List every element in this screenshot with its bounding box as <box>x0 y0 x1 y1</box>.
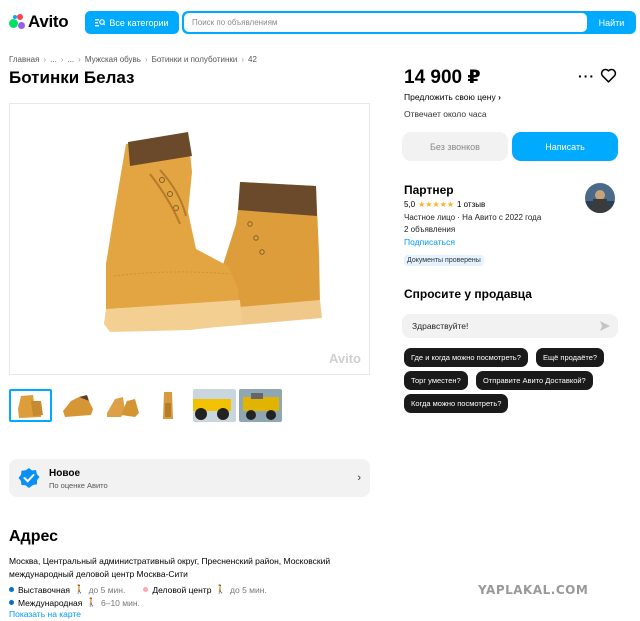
ask-seller-heading: Спросите у продавца <box>404 287 532 301</box>
avatar[interactable] <box>585 183 615 213</box>
rating-value: 5,0 <box>404 200 416 209</box>
quick-question-chip[interactable]: Где и когда можно посмотреть? <box>404 348 528 367</box>
quick-question-chip[interactable]: Торг уместен? <box>404 371 468 390</box>
seller-rating: 5,0 ★★★★★ 1 отзыв <box>404 200 485 209</box>
offer-price-label: Предложить свою цену <box>404 92 496 102</box>
logo-dots-icon <box>9 14 25 30</box>
thumbnail-boots-front[interactable] <box>9 389 52 422</box>
quick-question-chip[interactable]: Отправите Авито Доставкой? <box>476 371 593 390</box>
message-input[interactable] <box>402 314 592 338</box>
search-input[interactable] <box>184 13 587 32</box>
site-watermark: YAPLAKAL.COM <box>478 583 589 597</box>
address-text: Москва, Центральный административный окр… <box>9 556 331 579</box>
metro-station: Выставочная 🚶 до 5 мин. Деловой центр 🚶 … <box>9 584 267 595</box>
metro-line-dot <box>9 600 14 605</box>
quick-question-chip[interactable]: Когда можно посмотреть? <box>404 394 509 413</box>
metro-name: Выставочная <box>18 584 70 595</box>
more-options-icon[interactable]: ··· <box>578 68 595 84</box>
main-image[interactable]: Avito <box>9 103 370 375</box>
metro-time: до 5 мин. <box>230 584 267 595</box>
breadcrumb-item[interactable]: ... <box>50 55 57 64</box>
listing-title: Ботинки Белаз <box>9 68 135 87</box>
thumbnail-boots-side[interactable] <box>55 389 98 422</box>
breadcrumb-item[interactable]: ... <box>67 55 74 64</box>
boots-image <box>104 132 322 332</box>
breadcrumb-separator: › <box>43 55 47 64</box>
avito-logo[interactable]: Avito <box>9 12 69 32</box>
seller-info: Частное лицо · На Авито с 2022 года <box>404 213 542 222</box>
search-button[interactable]: Найти <box>587 11 636 34</box>
chevron-right-icon: › <box>357 472 361 484</box>
breadcrumb-item[interactable]: 42 <box>248 55 257 64</box>
all-categories-label: Все категории <box>109 17 169 28</box>
metro-time: до 5 мин. <box>88 584 126 595</box>
metro-line-dot <box>143 587 149 592</box>
thumbnail-belaz-truck[interactable] <box>193 389 236 422</box>
reviews-link[interactable]: 1 отзыв <box>457 200 485 209</box>
send-icon[interactable] <box>600 321 610 331</box>
metro-time: 6–10 мин. <box>100 597 140 608</box>
thumbnail-boots-pair[interactable] <box>101 389 144 422</box>
metro-station: Международная 🚶 6–10 мин. <box>9 597 140 608</box>
address-heading: Адрес <box>9 528 59 545</box>
breadcrumb-separator: › <box>144 55 148 64</box>
thumbnail-boots-sole[interactable] <box>147 389 190 422</box>
breadcrumb-separator: › <box>60 55 64 64</box>
thumbnail-strip <box>9 389 282 422</box>
breadcrumb: Главная › ... › ... › Мужская обувь › Ботинк… <box>9 55 257 64</box>
walk-icon: 🚶 <box>86 597 97 607</box>
condition-card[interactable]: Новое По оценке Авито › <box>9 459 370 497</box>
message-field <box>402 314 618 338</box>
subscribe-link[interactable]: Подписаться <box>404 237 455 247</box>
image-watermark: Avito <box>328 351 361 366</box>
walk-icon: 🚶 <box>215 584 227 594</box>
metro-name: Деловой центр <box>152 584 212 595</box>
metro-line-dot <box>9 587 14 592</box>
seller-name[interactable]: Партнер <box>404 183 454 197</box>
thumbnail-belaz-truck-2[interactable] <box>239 389 282 422</box>
walk-icon: 🚶 <box>73 584 85 594</box>
condition-title: Новое <box>49 468 81 479</box>
header: Avito Все категории Найти <box>0 0 640 46</box>
breadcrumb-item[interactable]: Мужская обувь <box>85 55 141 64</box>
all-categories-button[interactable]: Все категории <box>85 11 179 34</box>
breadcrumb-separator: › <box>78 55 81 64</box>
logo-text: Avito <box>28 12 69 31</box>
categories-icon <box>95 19 106 27</box>
reply-time: Отвечает около часа <box>404 109 487 119</box>
write-message-button[interactable]: Написать <box>512 132 618 161</box>
documents-verified-badge: Документы проверены <box>404 255 484 266</box>
seller-ads-count[interactable]: 2 объявления <box>404 225 455 234</box>
heart-icon[interactable] <box>600 67 617 84</box>
price: 14 900 ₽ <box>404 67 481 88</box>
show-on-map-link[interactable]: Показать на карте <box>9 609 81 619</box>
star-rating-icon: ★★★★★ <box>418 200 454 209</box>
breadcrumb-separator: › <box>241 55 245 64</box>
metro-name: Международная <box>18 597 83 608</box>
chevron-right-icon: › <box>498 92 501 102</box>
search-bar: Найти <box>182 11 636 34</box>
breadcrumb-item[interactable]: Ботинки и полуботинки <box>152 55 238 64</box>
breadcrumb-item[interactable]: Главная <box>9 55 39 64</box>
verified-badge-icon <box>18 468 40 488</box>
quick-question-chip[interactable]: Ещё продаёте? <box>536 348 605 367</box>
no-calls-button: Без звонков <box>402 132 508 161</box>
condition-subtitle: По оценке Авито <box>49 481 108 490</box>
offer-price-link[interactable]: Предложить свою цену › <box>404 92 501 102</box>
